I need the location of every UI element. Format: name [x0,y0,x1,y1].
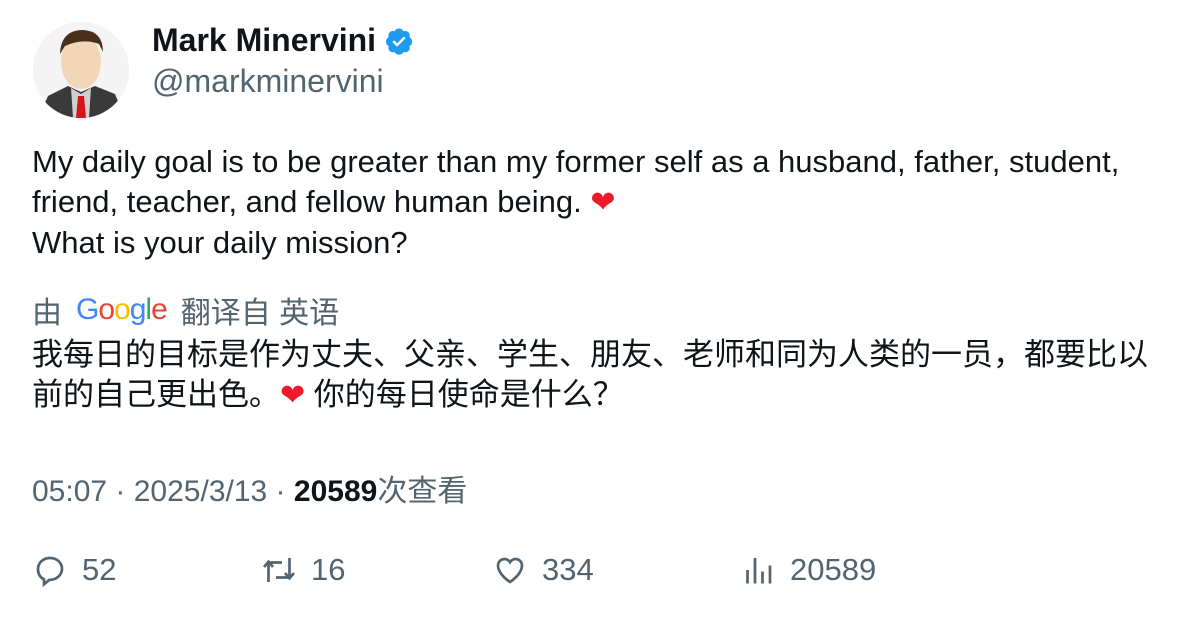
google-logo-letter: g [129,293,147,326]
like-count: 334 [542,552,594,587]
views-button[interactable]: 20589 [740,552,876,588]
reply-count: 52 [82,552,117,587]
like-button[interactable]: 334 [492,552,594,588]
translated-text-part-2: 你的每日使命是什么？ [305,377,624,412]
author-handle[interactable]: @markminervini [152,63,384,100]
tweet-meta: 05:07 · 2025/3/13 · 20589次查看 [32,466,467,510]
tweet-date[interactable]: 2025/3/13 [134,475,267,508]
repost-icon [262,558,296,582]
avatar-illustration [33,22,129,118]
author-name[interactable]: Mark Minervini [152,22,376,59]
verified-badge-icon [386,28,413,55]
translate-prefix: 由 [32,297,62,330]
translated-text: 我每日的目标是作为丈夫、父亲、学生、朋友、老师和同为人类的一员，都要比以前的自己… [32,335,1172,416]
view-label: 次查看 [377,475,468,508]
heart-emoji: ❤ [590,186,616,219]
separator: · [107,475,134,508]
view-count: 20589 [293,475,378,508]
avatar[interactable] [33,22,129,118]
google-logo-letter: o [114,293,131,326]
tweet-line-1: My daily goal is to be greater than my f… [32,144,1120,219]
google-logo-letter: e [151,293,168,326]
heart-icon [496,557,524,584]
action-bar: 52 16 334 20589 [0,552,1196,592]
separator: · [267,475,294,508]
google-logo-letter: G [76,293,99,326]
views-count: 20589 [790,552,877,587]
reply-button[interactable]: 52 [32,552,116,588]
google-logo: Google [76,293,168,327]
repost-button[interactable]: 16 [261,552,345,588]
analytics-icon [746,558,772,584]
reply-icon [36,556,64,588]
translate-suffix: 翻译自 英语 [180,297,340,330]
tweet-time[interactable]: 05:07 [32,475,107,508]
heart-emoji: ❤ [280,379,306,412]
repost-count: 16 [311,552,346,587]
author-name-row: Mark Minervini [152,22,414,59]
tweet-text: My daily goal is to be greater than my f… [32,142,1172,263]
translation-attribution: 由 Google 翻译自 英语 [32,288,339,332]
tweet-line-2: What is your daily mission? [32,225,408,260]
google-logo-letter: o [98,293,115,326]
